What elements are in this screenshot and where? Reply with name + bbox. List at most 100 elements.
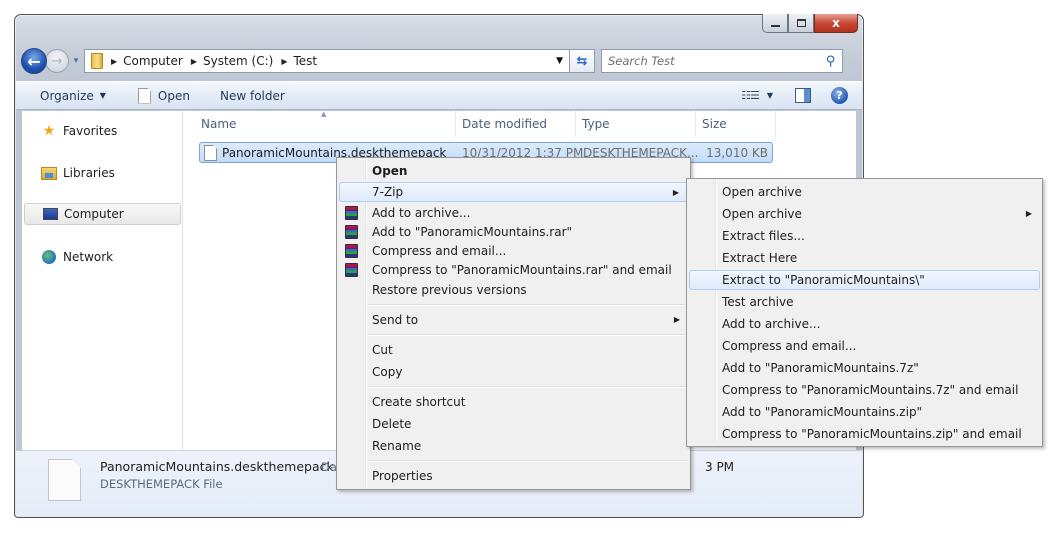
address-bar[interactable]: ▶ Computer ▶ System (C:) ▶ Test ▼ <box>84 49 570 73</box>
menu-item-label: Delete <box>372 417 412 431</box>
menu-item-label: Extract Here <box>722 251 798 265</box>
help-icon[interactable]: ? <box>831 87 848 104</box>
file-size: 13,010 KB <box>706 146 768 160</box>
sidebar-item-label: Computer <box>64 207 124 221</box>
back-button[interactable]: ← <box>21 48 47 74</box>
change-view-icon[interactable]: ☷☰ <box>741 89 760 102</box>
menu-item-label: Extract to "PanoramicMountains\" <box>722 273 925 287</box>
submenu-arrow-icon: ▶ <box>673 315 680 324</box>
menu-item-send-to[interactable]: Send to ▶ <box>339 310 688 330</box>
forward-button[interactable]: → <box>45 49 69 73</box>
menu-item-extract-to-folder[interactable]: Extract to "PanoramicMountains\" <box>689 270 1040 290</box>
menu-item-open-archive[interactable]: Open archive <box>689 182 1040 202</box>
network-icon <box>41 249 57 265</box>
file-thumbnail-icon <box>48 459 81 501</box>
column-type-label: Type <box>582 117 610 131</box>
menu-item-delete[interactable]: Delete <box>339 414 688 434</box>
libraries-icon <box>41 165 57 181</box>
menu-item-compress-rar-email[interactable]: Compress to "PanoramicMountains.rar" and… <box>339 260 688 280</box>
back-arrow-icon: ← <box>27 51 41 71</box>
breadcrumb-separator-icon[interactable]: ▶ <box>281 57 287 66</box>
menu-item-test-archive[interactable]: Test archive <box>689 292 1040 312</box>
menu-item-add-to-zip[interactable]: Add to "PanoramicMountains.zip" <box>689 402 1040 422</box>
menu-item-label: Compress to "PanoramicMountains.zip" and… <box>722 427 1022 441</box>
menu-item-compress-and-email[interactable]: Compress and email... <box>689 336 1040 356</box>
breadcrumb-computer[interactable]: Computer <box>123 54 183 68</box>
menu-item-compress-7z-email[interactable]: Compress to "PanoramicMountains.7z" and … <box>689 380 1040 400</box>
menu-item-add-to-archive[interactable]: Add to archive... <box>339 203 688 223</box>
menu-item-label: Compress and email... <box>372 244 507 258</box>
navigation-pane: ★ Favorites Libraries Computer Network <box>22 111 183 450</box>
menu-item-restore-previous-versions[interactable]: Restore previous versions <box>339 280 688 300</box>
menu-item-label: Extract files... <box>722 229 805 243</box>
more-options-icon[interactable]: ▼ <box>767 91 773 100</box>
menu-item-open[interactable]: Open <box>339 161 688 181</box>
column-header-name[interactable]: Name ▲ <box>184 110 456 137</box>
menu-item-label: Copy <box>372 365 403 379</box>
menu-item-create-shortcut[interactable]: Create shortcut <box>339 392 688 412</box>
caption-buttons: x <box>762 14 858 34</box>
menu-item-label: Compress to "PanoramicMountains.7z" and … <box>722 383 1019 397</box>
menu-separator <box>367 460 688 462</box>
search-input[interactable] <box>608 54 808 68</box>
details-file-name: PanoramicMountains.deskthemepack <box>100 459 334 474</box>
menu-item-properties[interactable]: Properties <box>339 466 688 486</box>
menu-item-label: Send to <box>372 313 419 327</box>
column-header-size[interactable]: Size <box>696 111 776 137</box>
menu-item-compress-zip-email[interactable]: Compress to "PanoramicMountains.zip" and… <box>689 424 1040 444</box>
column-header-type[interactable]: Type <box>576 111 696 137</box>
organize-button[interactable]: Organize ▼ <box>40 89 106 103</box>
breadcrumb-system-c[interactable]: System (C:) <box>203 54 273 68</box>
maximize-button[interactable] <box>788 14 814 33</box>
search-icon[interactable]: ⚲ <box>826 54 836 69</box>
menu-item-copy[interactable]: Copy <box>339 362 688 382</box>
menu-item-add-to-rar[interactable]: Add to "PanoramicMountains.rar" <box>339 222 688 242</box>
refresh-button[interactable]: ⇆ <box>570 49 595 73</box>
menu-item-label: Cut <box>372 343 393 357</box>
organize-label: Organize <box>40 88 94 103</box>
new-folder-label: New folder <box>219 88 285 103</box>
menu-item-cut[interactable]: Cut <box>339 340 688 360</box>
forward-arrow-icon: → <box>51 53 63 69</box>
menu-item-label: Add to archive... <box>722 317 821 331</box>
close-icon: x <box>832 16 840 30</box>
preview-pane-icon[interactable] <box>795 88 811 103</box>
recent-pages-dropdown[interactable]: ▾ <box>70 56 82 66</box>
close-button[interactable]: x <box>814 14 858 33</box>
winrar-icon <box>345 263 358 277</box>
new-folder-button[interactable]: New folder <box>220 89 285 103</box>
search-box: ⚲ <box>601 49 843 73</box>
sidebar-item-favorites[interactable]: ★ Favorites <box>24 120 181 142</box>
breadcrumb-separator-icon[interactable]: ▶ <box>191 57 197 66</box>
star-icon: ★ <box>42 123 56 139</box>
minimize-button[interactable] <box>762 14 788 33</box>
menu-item-add-to-7z[interactable]: Add to "PanoramicMountains.7z" <box>689 358 1040 378</box>
address-dropdown-icon[interactable]: ▼ <box>556 56 563 66</box>
menu-item-compress-email[interactable]: Compress and email... <box>339 241 688 261</box>
menu-item-label: Open archive <box>722 185 802 199</box>
minimize-icon <box>770 25 780 27</box>
column-header-date[interactable]: Date modified <box>456 111 576 137</box>
menu-item-extract-here[interactable]: Extract Here <box>689 248 1040 268</box>
menu-separator <box>367 386 688 388</box>
menu-item-extract-files[interactable]: Extract files... <box>689 226 1040 246</box>
sidebar-item-computer[interactable]: Computer <box>24 203 181 225</box>
menu-item-open-archive-submenu[interactable]: Open archive ▶ <box>689 204 1040 224</box>
open-button[interactable]: Open <box>137 87 190 104</box>
column-size-label: Size <box>702 117 727 131</box>
sidebar-item-network[interactable]: Network <box>24 246 181 268</box>
column-date-label: Date modified <box>462 117 548 131</box>
breadcrumb-test[interactable]: Test <box>293 54 317 68</box>
breadcrumb-separator-icon[interactable]: ▶ <box>111 57 117 66</box>
chevron-down-icon: ▾ <box>73 56 79 66</box>
document-icon <box>137 87 151 104</box>
menu-item-label: Create shortcut <box>372 395 466 409</box>
menu-item-rename[interactable]: Rename <box>339 436 688 456</box>
refresh-icon: ⇆ <box>576 53 588 69</box>
winrar-icon <box>345 206 358 220</box>
menu-item-add-to-archive[interactable]: Add to archive... <box>689 314 1040 334</box>
sidebar-item-label: Libraries <box>63 166 115 180</box>
menu-item-label: Add to "PanoramicMountains.7z" <box>722 361 919 375</box>
sidebar-item-libraries[interactable]: Libraries <box>24 162 181 184</box>
menu-item-7zip[interactable]: 7-Zip ▶ <box>339 182 688 202</box>
